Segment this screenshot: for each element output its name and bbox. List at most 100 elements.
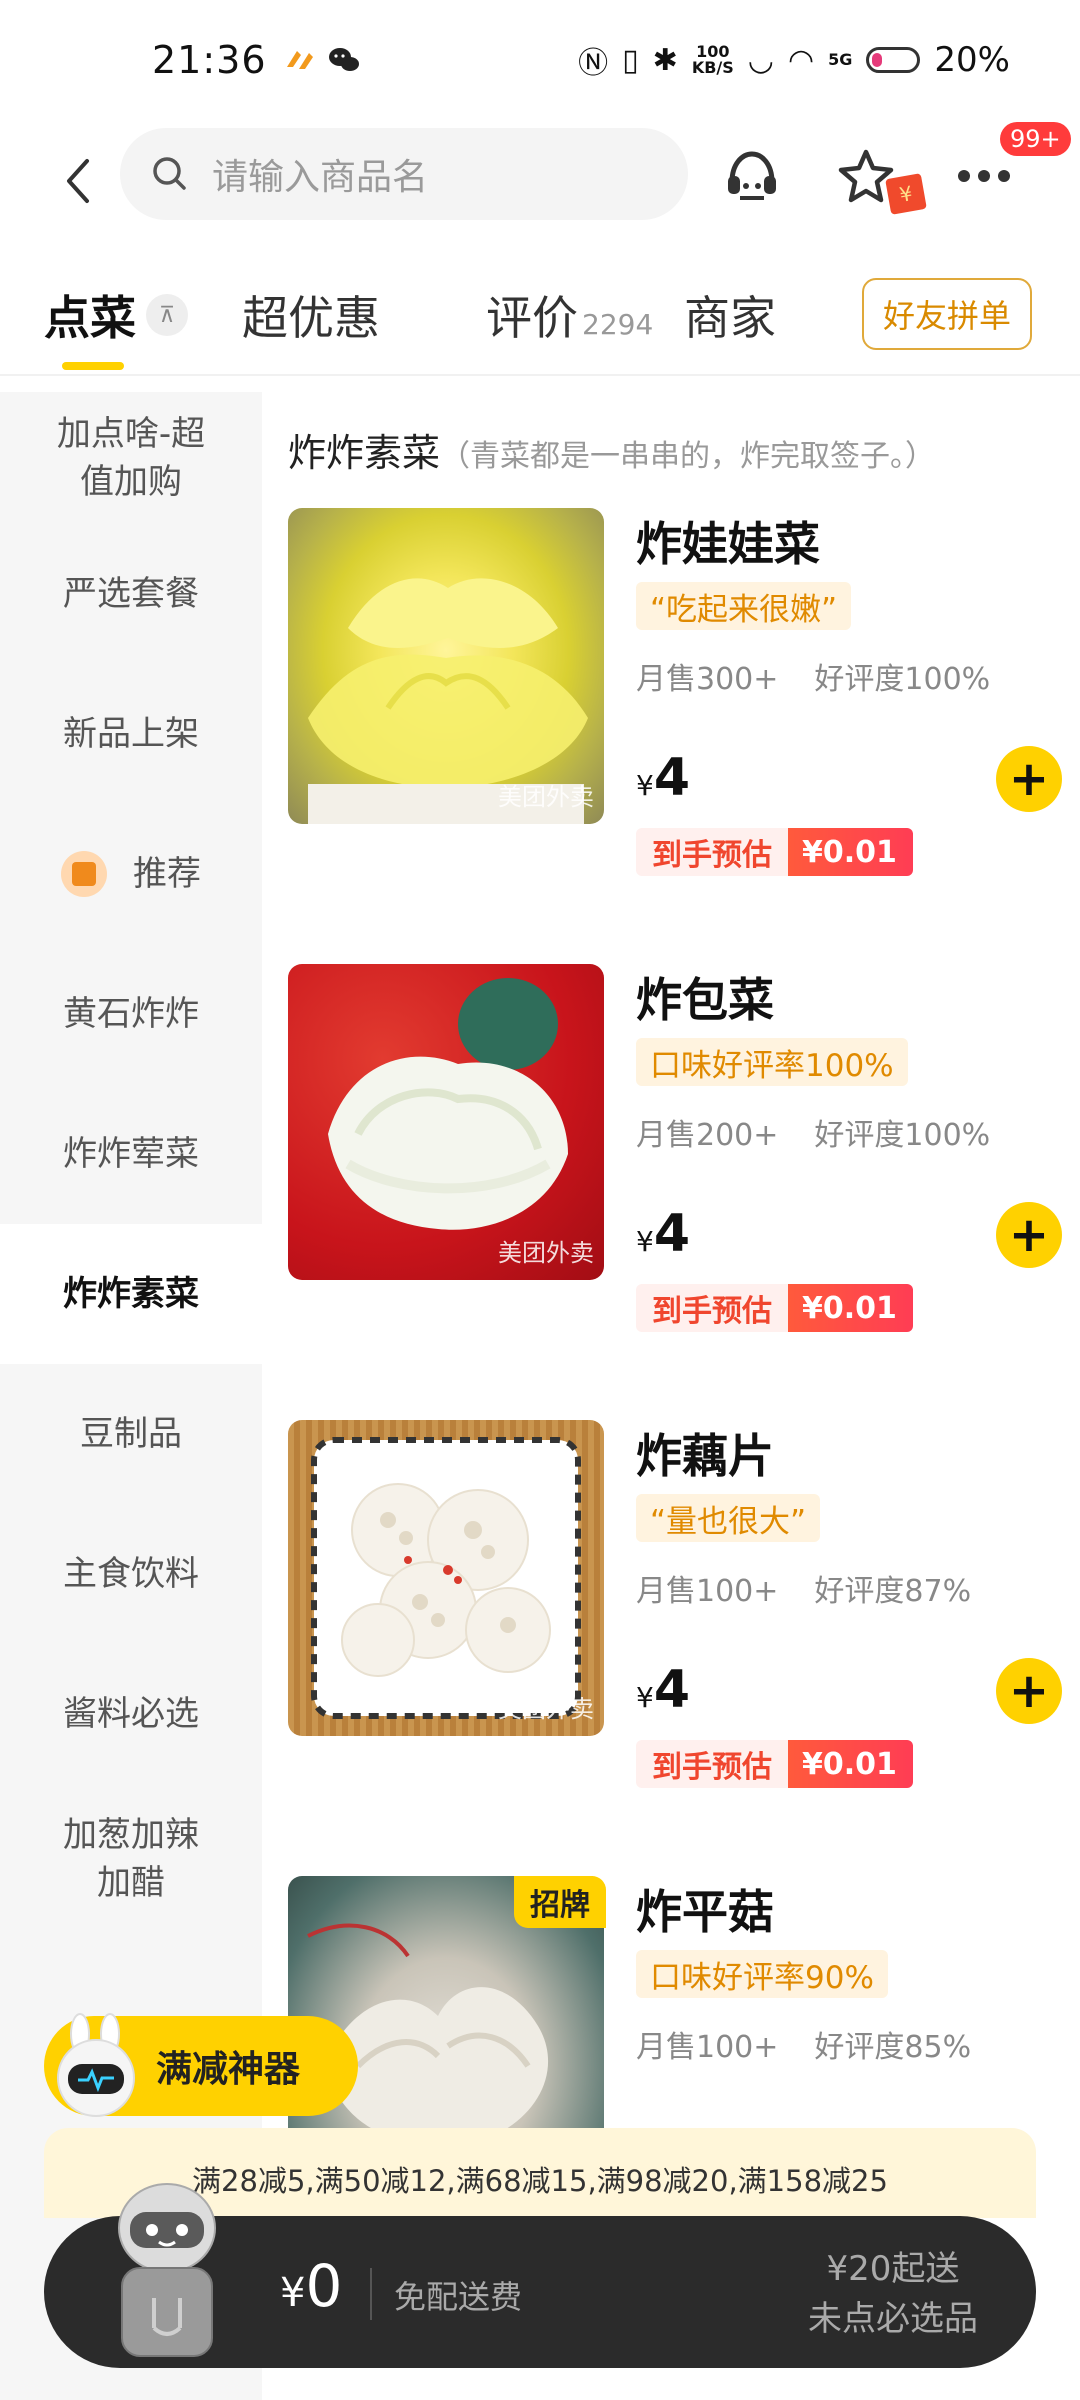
vibrate-icon: ▯ bbox=[622, 42, 639, 78]
currency-symbol: ¥ bbox=[280, 2270, 306, 2316]
search-icon bbox=[153, 157, 186, 190]
estimate-label: 到手预估 bbox=[636, 828, 788, 876]
monthly-sales: 月售300+ bbox=[636, 662, 779, 697]
cart-total: ¥0 bbox=[280, 2252, 342, 2320]
divider bbox=[370, 2268, 372, 2320]
estimate-label: 到手预估 bbox=[636, 1284, 788, 1332]
plus-icon: + bbox=[1008, 751, 1050, 807]
bookmark-icon bbox=[61, 851, 107, 897]
min-order: ¥20起送 bbox=[826, 2249, 960, 2289]
add-to-cart-button[interactable]: + bbox=[996, 1202, 1062, 1268]
add-to-cart-button[interactable]: + bbox=[996, 746, 1062, 812]
product-image[interactable]: 美团外卖 bbox=[288, 508, 604, 824]
price-value: 4 bbox=[653, 748, 691, 808]
product-price: ¥4 bbox=[636, 1204, 690, 1264]
monthly-sales: 月售100+ bbox=[636, 1574, 779, 1609]
monthly-sales: 月售200+ bbox=[636, 1118, 779, 1153]
sidebar-item-meat[interactable]: 炸炸荤菜 bbox=[0, 1084, 262, 1224]
review-count: 2294 bbox=[582, 308, 654, 341]
required-notice: 未点必选品 bbox=[808, 2299, 978, 2339]
sidebar-item-new[interactable]: 新品上架 bbox=[0, 664, 262, 804]
product-tag: “吃起来很嫩” bbox=[636, 582, 852, 630]
product-stats: 月售100+ 好评度87% bbox=[636, 1566, 971, 1610]
product-tag: “量也很大” bbox=[636, 1494, 821, 1542]
battery-icon bbox=[866, 47, 921, 73]
tab-order[interactable]: 点菜 bbox=[44, 282, 136, 348]
tab-merchant[interactable]: 商家 bbox=[684, 282, 776, 348]
wechat-icon bbox=[328, 48, 359, 71]
notification-badge: 99+ bbox=[1000, 122, 1071, 156]
product-stats: 月售300+ 好评度100% bbox=[636, 654, 990, 698]
robot-bunny-icon bbox=[57, 2013, 135, 2117]
signature-badge: 招牌 bbox=[514, 1876, 606, 1928]
tab-reviews[interactable]: 评价 2294 bbox=[486, 282, 653, 348]
back-button[interactable] bbox=[48, 146, 108, 216]
product-list: 炸炸素菜（青菜都是一串串的，炸完取签子。） 美团外卖 炸娃娃菜 “吃起来很嫩” … bbox=[262, 392, 1080, 2400]
status-time: 21:36 bbox=[152, 38, 267, 82]
discount-helper-button[interactable]: 满减神器 bbox=[44, 2013, 358, 2117]
product-item[interactable]: 美团外卖 炸藕片 “量也很大” 月售100+ 好评度87% ¥4 + 到手预估 ¥0… bbox=[288, 1420, 1068, 1840]
currency-symbol: ¥ bbox=[636, 1225, 654, 1258]
product-image[interactable]: 美团外卖 bbox=[288, 964, 604, 1280]
sidebar-item-combo[interactable]: 严选套餐 bbox=[0, 524, 262, 664]
net-speed: 100 KB/S bbox=[691, 42, 734, 77]
sidebar-item-tofu[interactable]: 豆制品 bbox=[0, 1364, 262, 1504]
rating: 好评度85% bbox=[814, 2030, 972, 2065]
product-stats: 月售100+ 好评度85% bbox=[636, 2022, 971, 2066]
estimate-price-badge: 到手预估 ¥0.01 bbox=[636, 828, 913, 876]
more-dots-icon bbox=[958, 170, 1010, 182]
watermark: 美团外卖 bbox=[498, 1239, 594, 1267]
rating: 好评度100% bbox=[814, 662, 991, 697]
currency-symbol: ¥ bbox=[636, 769, 654, 802]
sidebar-item-extras[interactable]: 加葱加辣加醋 bbox=[0, 1784, 262, 1934]
price-value: 4 bbox=[653, 1660, 691, 1720]
search-placeholder: 请输入商品名 bbox=[212, 157, 429, 198]
cart-total-value: 0 bbox=[305, 2252, 343, 2320]
pin-top-icon[interactable]: ⊼ bbox=[146, 294, 188, 336]
sidebar-item-staple[interactable]: 主食饮料 bbox=[0, 1504, 262, 1644]
estimate-price-badge: 到手预估 ¥0.01 bbox=[636, 1284, 913, 1332]
search-input[interactable]: 请输入商品名 bbox=[120, 128, 688, 220]
tab-active-indicator bbox=[62, 362, 124, 370]
status-bar: 21:36 Ⓝ ▯ ✱ 100 KB/S ◡ ◠ 5G 20% bbox=[0, 0, 1080, 120]
delivery-fee: 免配送费 bbox=[394, 2278, 523, 2316]
sidebar-item-veg[interactable]: 炸炸素菜 bbox=[0, 1224, 262, 1364]
product-price: ¥4 bbox=[636, 748, 690, 808]
sidebar-item-huangshi[interactable]: 黄石炸炸 bbox=[0, 944, 262, 1084]
sidebar-item-recommend[interactable]: 推荐 bbox=[0, 804, 262, 944]
estimate-label: 到手预估 bbox=[636, 1740, 788, 1788]
rating: 好评度87% bbox=[814, 1574, 972, 1609]
star-icon bbox=[838, 149, 894, 203]
product-image[interactable]: 美团外卖 bbox=[288, 1420, 604, 1736]
checkout-button[interactable]: ¥20起送 未点必选品 bbox=[808, 2244, 978, 2344]
status-app-icons bbox=[283, 45, 361, 75]
headset-icon bbox=[728, 151, 776, 200]
product-item[interactable]: 美团外卖 炸娃娃菜 “吃起来很嫩” 月售300+ 好评度100% ¥4 + 到手预… bbox=[288, 508, 1068, 928]
product-tag: 口味好评率90% bbox=[636, 1950, 888, 1998]
price-value: 4 bbox=[653, 1204, 691, 1264]
sidebar-item-addon[interactable]: 加点啥-超值加购 bbox=[0, 392, 262, 524]
add-to-cart-button[interactable]: + bbox=[996, 1658, 1062, 1724]
chevron-left-icon bbox=[67, 159, 89, 203]
category-name: 炸炸素菜 bbox=[288, 431, 441, 475]
sidebar-item-sauce[interactable]: 酱料必选 bbox=[0, 1644, 262, 1784]
customer-service-button[interactable] bbox=[712, 136, 792, 216]
product-item[interactable]: 美团外卖 炸包菜 口味好评率100% 月售200+ 好评度100% ¥4 + 到手… bbox=[288, 964, 1068, 1384]
group-order-button[interactable]: 好友拼单 bbox=[862, 278, 1032, 350]
cart-robot-icon bbox=[118, 2183, 216, 2357]
wifi-icon: ◡ bbox=[747, 42, 774, 78]
tab-deals[interactable]: 超优惠 bbox=[242, 282, 380, 348]
plus-icon: + bbox=[1008, 1207, 1050, 1263]
estimate-price: ¥0.01 bbox=[788, 828, 913, 876]
status-right: Ⓝ ▯ ✱ 100 KB/S ◡ ◠ 5G 20% bbox=[578, 38, 1010, 82]
product-name: 炸藕片 bbox=[636, 1429, 774, 1483]
monthly-sales: 月售100+ bbox=[636, 2030, 779, 2065]
promo-label: 满减神器 bbox=[156, 2049, 301, 2090]
estimate-price: ¥0.01 bbox=[788, 1740, 913, 1788]
sidebar-item-label: 推荐 bbox=[133, 854, 201, 894]
watermark: 美团外卖 bbox=[498, 1695, 594, 1723]
tab-reviews-label: 评价 bbox=[486, 291, 578, 345]
tab-bar: 点菜 ⊼ 超优惠 评价 2294 商家 好友拼单 bbox=[0, 270, 1080, 370]
product-stats: 月售200+ 好评度100% bbox=[636, 1110, 990, 1154]
signal-5g: 5G bbox=[828, 50, 853, 69]
